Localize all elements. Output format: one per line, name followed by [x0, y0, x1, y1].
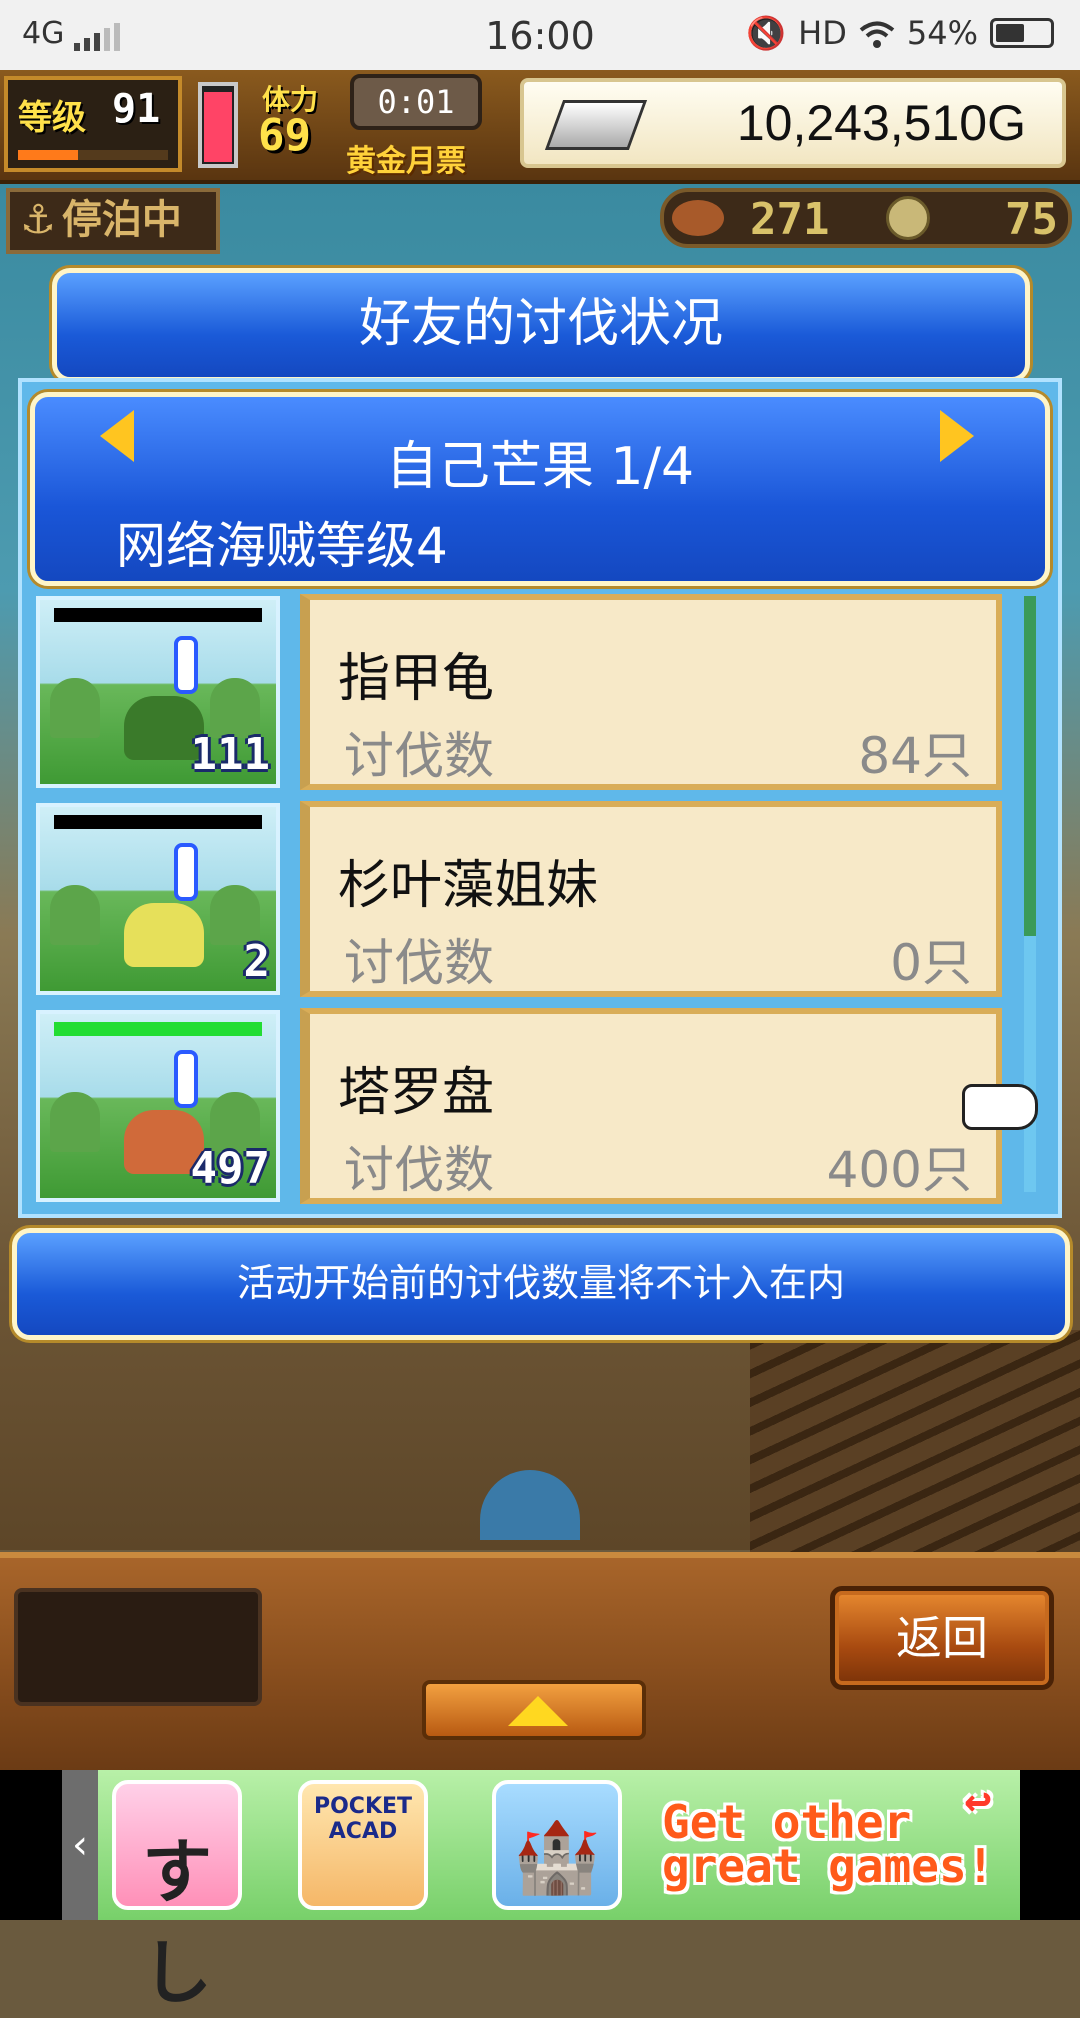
monster-card[interactable]: 指甲龟 讨伐数 84只	[300, 594, 1002, 790]
monster-list[interactable]: 111 指甲龟 讨伐数 84只 2 杉叶藻姐妹 讨伐数 0只 497 塔罗盘 讨…	[30, 592, 1020, 1206]
monster-name: 塔罗盘	[338, 1063, 495, 1123]
ad-cta-line1: Get other	[662, 1795, 912, 1849]
monster-card[interactable]: 杉叶藻姐妹 讨伐数 0只	[300, 801, 1002, 997]
pirate-rank: 网络海贼等级4	[116, 517, 448, 575]
coin-icon	[886, 196, 930, 240]
kill-count-value: 400只	[826, 1141, 972, 1199]
level-label: 等级	[18, 98, 86, 138]
anchor-icon: ⚓	[20, 197, 56, 243]
dialog-title: 好友的讨伐状况	[52, 268, 1030, 382]
wifi-icon	[859, 19, 895, 48]
food-value: 271	[750, 194, 830, 245]
ship-stairs	[750, 1330, 1080, 1560]
coin-value: 75	[1005, 194, 1058, 245]
return-arrow-icon: ↩	[964, 1773, 992, 1827]
ad-cta-line2: great games!	[662, 1839, 995, 1893]
monster-thumbnail: 111	[36, 596, 280, 788]
exclamation-icon	[174, 1050, 198, 1108]
ad-game-tile[interactable]: POCKET ACAD	[298, 1780, 428, 1910]
hp-bar	[54, 608, 262, 622]
monster-thumbnail: 2	[36, 803, 280, 995]
food-icon	[672, 200, 724, 236]
monster-name: 杉叶藻姐妹	[338, 856, 599, 916]
monster-card[interactable]: 塔罗盘 讨伐数 400只	[300, 1008, 1002, 1204]
xp-bar	[18, 150, 168, 160]
sushi-logo-icon: すし	[142, 1831, 212, 2014]
bottom-bar: 返回	[0, 1552, 1080, 1776]
ad-tile-title: POCKET ACAD	[313, 1794, 413, 1844]
stamina-value: 69	[258, 110, 311, 161]
kill-count-label: 讨伐数	[344, 934, 494, 992]
monster-level: 497	[190, 1143, 270, 1194]
monster-sprite	[124, 903, 204, 967]
notice-banner: 活动开始前的讨伐数量将不计入在内	[12, 1228, 1070, 1340]
resource-bar: 271 75	[660, 188, 1072, 248]
kill-count-value: 84只	[858, 727, 972, 785]
hd-label: HD	[798, 14, 847, 52]
exclamation-icon	[174, 636, 198, 694]
list-item[interactable]: 111 指甲龟 讨伐数 84只	[30, 592, 1020, 792]
status-bar: 4G 16:00 🔇 HD 54%	[0, 0, 1080, 70]
list-item[interactable]: 2 杉叶藻姐妹 讨伐数 0只	[30, 799, 1020, 999]
dock-status-button[interactable]: ⚓ 停泊中	[6, 188, 220, 254]
castle-icon: 🏰	[513, 1816, 601, 1898]
triangle-up-icon	[508, 1696, 568, 1726]
exclamation-icon	[174, 843, 198, 901]
list-item[interactable]: 497 塔罗盘 讨伐数 400只	[30, 1006, 1020, 1206]
battery-icon	[990, 18, 1054, 48]
ad-game-tile[interactable]: すし	[112, 1780, 242, 2014]
hp-bar	[54, 815, 262, 829]
ad-game-tile[interactable]: 🏰	[492, 1780, 622, 1910]
battery-percent: 54%	[906, 14, 978, 52]
level-value: 91	[112, 86, 161, 132]
back-button[interactable]: 返回	[830, 1586, 1054, 1690]
level-box: 等级 91	[4, 76, 182, 172]
expand-menu-button[interactable]	[422, 1680, 646, 1740]
ad-banner[interactable]: ‹ すし POCKET ACAD 🏰 ↩ Get other great gam…	[0, 1770, 1080, 2014]
monster-thumbnail: 497	[36, 1010, 280, 1202]
friend-name: 自己芒果 1/4	[385, 437, 695, 497]
game-hud: 等级 91 体力 69 0:01 黄金月票 10,243,510G	[0, 70, 1080, 184]
event-timer: 0:01	[350, 74, 482, 130]
monster-level: 111	[190, 729, 270, 780]
monster-name: 指甲龟	[338, 649, 495, 709]
kill-count-label: 讨伐数	[344, 727, 494, 785]
event-label[interactable]: 黄金月票	[346, 136, 466, 180]
ad-cta[interactable]: ↩ Get other great games!	[662, 1777, 1002, 1893]
ad-content[interactable]: ‹ すし POCKET ACAD 🏰 ↩ Get other great gam…	[62, 1770, 1020, 2014]
hp-bar	[54, 1022, 262, 1036]
stamina-gauge	[198, 82, 238, 168]
empty-slot	[14, 1588, 262, 1706]
pointer-hand-icon	[962, 1084, 1038, 1130]
mute-icon: 🔇	[746, 14, 787, 52]
scrollbar-thumb[interactable]	[1024, 596, 1036, 936]
monster-level: 2	[243, 936, 271, 987]
money-display: 10,243,510G	[520, 78, 1066, 168]
dock-status-label: 停泊中	[61, 197, 182, 243]
ad-prev-button[interactable]: ‹	[62, 1770, 98, 1920]
money-value: 10,243,510G	[736, 95, 1026, 151]
silver-bar-icon	[544, 100, 648, 150]
kill-count-value: 0只	[890, 934, 972, 992]
kill-count-label: 讨伐数	[344, 1141, 494, 1199]
